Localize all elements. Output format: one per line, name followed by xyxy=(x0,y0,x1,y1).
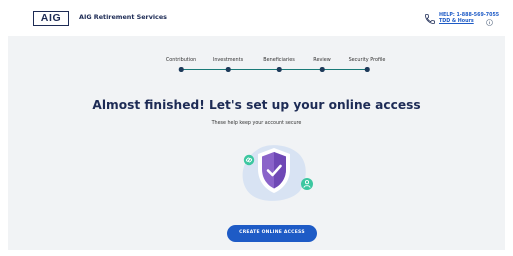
phone-icon xyxy=(425,14,435,24)
aig-logo[interactable]: AIG xyxy=(33,11,69,26)
step-label-investments: Investments xyxy=(212,57,244,63)
step-dot-investments xyxy=(225,67,231,72)
brand-name: AIG Retirement Services xyxy=(79,13,167,21)
help-contact: HELP: 1-888-569-7055 TDD & Hours xyxy=(424,11,499,29)
step-dot-security-profile xyxy=(364,67,370,72)
page-title: Almost finished! Let's set up your onlin… xyxy=(92,98,421,112)
step-label-security-profile: Security Profile xyxy=(348,57,386,63)
stepper-track xyxy=(181,69,367,71)
user-icon xyxy=(301,178,313,190)
tdd-hours-link[interactable]: TDD & Hours xyxy=(439,19,474,25)
info-icon[interactable] xyxy=(486,19,493,26)
create-online-access-button[interactable]: CREATE ONLINE ACCESS xyxy=(227,225,317,242)
link-icon xyxy=(243,154,255,166)
page-subtitle: These help keep your account secure xyxy=(211,121,302,126)
page: AIG AIG Retirement Services HELP: 1-888-… xyxy=(0,0,513,256)
progress-stepper: Contribution Investments Beneficiaries R… xyxy=(165,57,399,78)
step-label-contribution: Contribution xyxy=(165,57,197,63)
step-dot-review xyxy=(319,67,325,72)
header: AIG AIG Retirement Services HELP: 1-888-… xyxy=(0,0,513,36)
step-dot-contribution xyxy=(178,67,184,72)
step-label-beneficiaries: Beneficiaries xyxy=(263,57,295,63)
main-panel: Contribution Investments Beneficiaries R… xyxy=(8,36,505,250)
step-dot-beneficiaries xyxy=(276,67,282,72)
security-illustration xyxy=(242,145,313,201)
step-label-review: Review xyxy=(313,57,331,63)
